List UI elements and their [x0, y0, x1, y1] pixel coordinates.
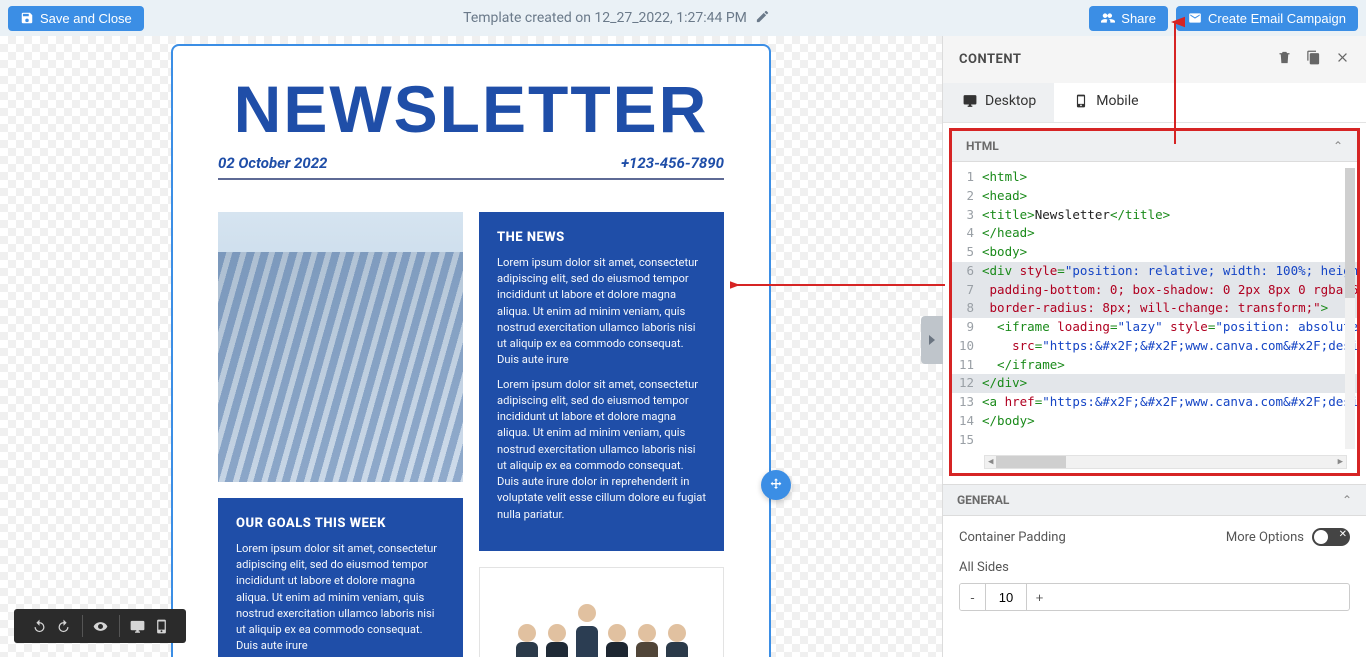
container-padding-label: Container Padding — [959, 530, 1066, 545]
save-icon — [20, 11, 34, 25]
move-handle[interactable] — [761, 470, 791, 500]
move-icon — [768, 477, 784, 493]
duplicate-icon[interactable] — [1306, 50, 1321, 69]
desktop-icon — [961, 94, 979, 108]
stepper-plus[interactable]: + — [1026, 584, 1052, 610]
general-body: Container Padding More Options All Sides… — [943, 516, 1366, 623]
share-icon — [1101, 11, 1115, 25]
code-editor[interactable]: 1<html>2<head>3<title>Newsletter</title>… — [952, 162, 1357, 473]
tab-mobile-label: Mobile — [1096, 93, 1138, 109]
section-html[interactable]: HTML ⌃ — [952, 131, 1357, 162]
goals-heading: OUR GOALS THIS WEEK — [236, 516, 445, 531]
building-image — [218, 212, 463, 482]
create-label: Create Email Campaign — [1208, 11, 1346, 26]
tab-desktop-label: Desktop — [985, 93, 1036, 109]
main: NEWSLETTER 02 October 2022 +123-456-7890… — [0, 36, 1366, 657]
html-editor-highlight: HTML ⌃ 1<html>2<head>3<title>Newsletter<… — [949, 128, 1360, 476]
side-panel: CONTENT Desktop Mobile — [942, 36, 1366, 657]
save-label: Save and Close — [40, 11, 132, 26]
panel-header: CONTENT — [943, 36, 1366, 83]
create-campaign-button[interactable]: Create Email Campaign — [1176, 6, 1358, 31]
chevron-up-icon: ⌃ — [1342, 493, 1352, 507]
col-right: THE NEWS Lorem ipsum dolor sit amet, con… — [479, 212, 724, 657]
code-vscroll[interactable] — [1345, 168, 1355, 449]
goals-block: OUR GOALS THIS WEEK Lorem ipsum dolor si… — [218, 498, 463, 657]
template-title-wrap: Template created on 12_27_2022, 1:27:44 … — [152, 9, 1082, 28]
newsletter-subline: 02 October 2022 +123-456-7890 — [218, 150, 724, 180]
template-title: Template created on 12_27_2022, 1:27:44 … — [463, 10, 747, 26]
news-p1: Lorem ipsum dolor sit amet, consectetur … — [497, 255, 706, 369]
newsletter-title: NEWSLETTER — [218, 76, 724, 142]
undo-button[interactable] — [28, 615, 50, 637]
section-general-label: GENERAL — [957, 493, 1009, 507]
newsletter-header: NEWSLETTER 02 October 2022 +123-456-7890 — [173, 46, 769, 190]
collapse-panel-button[interactable] — [921, 316, 943, 364]
preview-button[interactable] — [89, 615, 111, 637]
delete-icon[interactable] — [1277, 50, 1292, 69]
code-hscroll[interactable] — [984, 455, 1347, 469]
panel-title: CONTENT — [959, 52, 1021, 67]
more-options-label: More Options — [1226, 530, 1304, 545]
news-p2: Lorem ipsum dolor sit amet, consectetur … — [497, 377, 706, 523]
panel-actions — [1277, 50, 1350, 69]
edit-title-icon[interactable] — [755, 9, 770, 28]
tab-mobile[interactable]: Mobile — [1054, 83, 1156, 122]
padding-input[interactable] — [986, 584, 1026, 610]
newsletter-body: OUR GOALS THIS WEEK Lorem ipsum dolor si… — [173, 190, 769, 657]
padding-stepper: - + — [959, 583, 1350, 611]
stepper-minus[interactable]: - — [960, 584, 986, 610]
mobile-icon — [1072, 94, 1090, 108]
bottom-toolbar — [14, 609, 186, 643]
tab-desktop[interactable]: Desktop — [943, 83, 1054, 122]
share-label: Share — [1121, 11, 1156, 26]
col-left: OUR GOALS THIS WEEK Lorem ipsum dolor si… — [218, 212, 463, 657]
news-heading: THE NEWS — [497, 230, 706, 245]
newsletter-date: 02 October 2022 — [218, 154, 327, 172]
close-icon[interactable] — [1335, 50, 1350, 69]
campaign-icon — [1188, 11, 1202, 25]
canvas-wrap: NEWSLETTER 02 October 2022 +123-456-7890… — [171, 44, 771, 657]
device-tabs: Desktop Mobile — [943, 83, 1366, 123]
chevron-up-icon: ⌃ — [1333, 139, 1343, 153]
news-block: THE NEWS Lorem ipsum dolor sit amet, con… — [479, 212, 724, 551]
section-general[interactable]: GENERAL ⌃ — [943, 484, 1366, 516]
people-image — [479, 567, 724, 657]
share-button[interactable]: Share — [1089, 6, 1168, 31]
email-canvas[interactable]: NEWSLETTER 02 October 2022 +123-456-7890… — [171, 44, 771, 657]
redo-button[interactable] — [52, 615, 74, 637]
section-html-label: HTML — [966, 139, 999, 153]
newsletter-phone: +123-456-7890 — [621, 154, 724, 172]
canvas-area[interactable]: NEWSLETTER 02 October 2022 +123-456-7890… — [0, 36, 942, 657]
all-sides-label: All Sides — [959, 560, 1350, 575]
goals-text: Lorem ipsum dolor sit amet, consectetur … — [236, 541, 445, 655]
save-and-close-button[interactable]: Save and Close — [8, 6, 144, 31]
topbar: Save and Close Template created on 12_27… — [0, 0, 1366, 36]
topbar-right: Share Create Email Campaign — [1089, 6, 1358, 31]
more-options-toggle[interactable] — [1312, 528, 1350, 546]
mobile-view-button[interactable] — [150, 615, 172, 637]
desktop-view-button[interactable] — [126, 615, 148, 637]
